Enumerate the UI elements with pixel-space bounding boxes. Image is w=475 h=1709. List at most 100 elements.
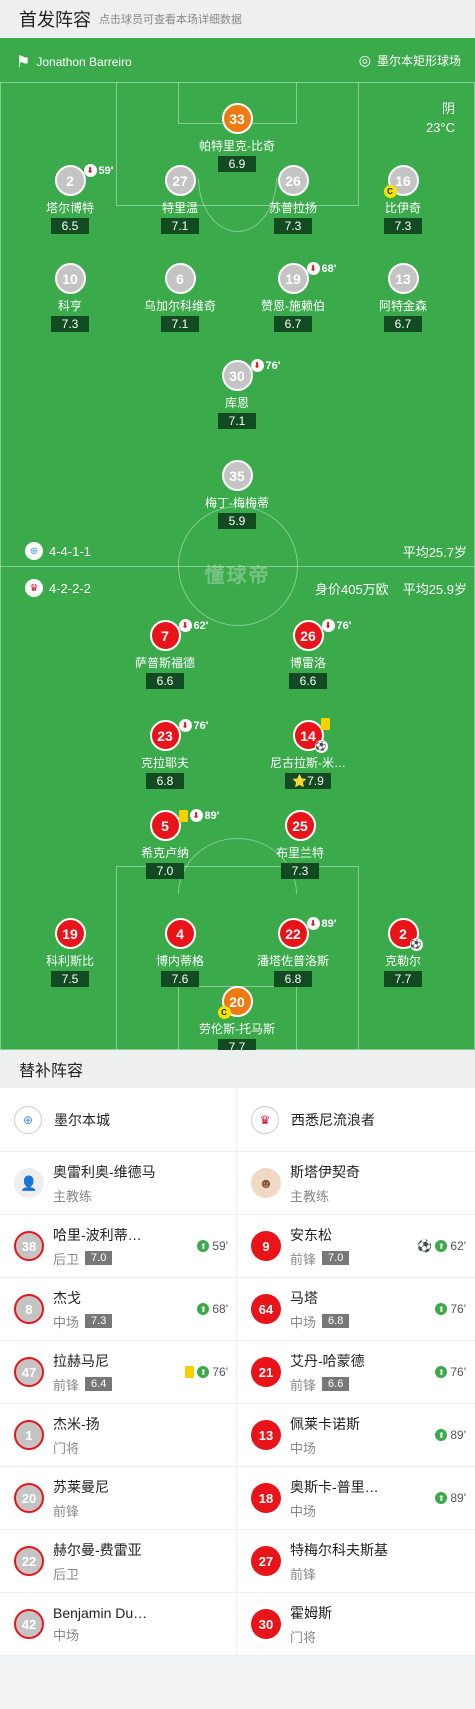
- player-rating-value: 6.8: [156, 774, 174, 788]
- away-coach[interactable]: ☻ 斯塔伊契奇 主教练: [237, 1152, 474, 1214]
- away-player[interactable]: 5 ⬇ 89' 希克卢纳 7.0: [105, 809, 225, 880]
- sub-in-icon: ⬆: [435, 1240, 448, 1252]
- away-sub-player[interactable]: 9 安东松 前锋 7.0 ⚽ ⬆ 62': [237, 1215, 474, 1277]
- home-sub-player[interactable]: 20 苏莱曼尼 前锋: [0, 1467, 237, 1529]
- home-sub-player[interactable]: 1 杰米-扬 门将: [0, 1404, 237, 1466]
- home-player[interactable]: 27 特里温 7.1: [120, 165, 240, 235]
- home-player[interactable]: 6 乌加尔科维奇 7.1: [120, 263, 240, 333]
- goal-icon: ⚽: [417, 1239, 433, 1253]
- away-team-cell[interactable]: ♛ 西悉尼流浪者: [237, 1088, 474, 1151]
- subs-list: ⊕ 墨尔本城 ♛ 西悉尼流浪者 👤 奥雷利奥-维德马 主教练 ☻ 斯塔伊契奇 主教练…: [0, 1088, 475, 1656]
- home-player[interactable]: 33 帕特里克-比奇 6.9: [177, 103, 297, 173]
- sub-in-event: ⬆ 59': [197, 1239, 228, 1253]
- player-number-text: 33: [229, 110, 245, 127]
- sub-position: 后卫: [53, 1566, 80, 1582]
- sub-rating: 7.0: [85, 1251, 113, 1265]
- sub-position: 前锋: [53, 1377, 80, 1393]
- home-sub-player[interactable]: 22 赫尔曼-费雷亚 后卫: [0, 1530, 237, 1592]
- player-number: 30 ⬇ 76': [221, 359, 280, 391]
- home-player[interactable]: 2 ⬇ 59' 塔尔博特 6.5: [10, 164, 130, 235]
- away-sub-player[interactable]: 64 马塔 中场 6.8 ⬆ 76': [237, 1278, 474, 1340]
- sub-name: 哈里-波利蒂…: [53, 1226, 142, 1243]
- player-rating-value: 6.7: [394, 317, 412, 331]
- away-player[interactable]: 20 C 劳伦斯-托马斯 7.7: [177, 986, 297, 1050]
- sub-minute: 62': [193, 619, 209, 632]
- player-name: 科亨: [57, 299, 82, 313]
- away-sub-player[interactable]: 27 特梅尔科夫斯基 前锋: [237, 1530, 474, 1592]
- player-name: 特里温: [161, 201, 198, 215]
- home-player[interactable]: 19 ⬇ 68' 赞恩-施赖伯 6.7: [233, 262, 353, 333]
- away-sub-player[interactable]: 30 霍姆斯 门将: [237, 1593, 474, 1655]
- sub-rating: 6.4: [85, 1377, 113, 1391]
- away-sub-player[interactable]: 13 佩莱卡诺斯 中场 ⬆ 89': [237, 1404, 474, 1466]
- player-rating-value: 6.8: [284, 972, 302, 986]
- away-player[interactable]: 19 科利斯比 7.5: [10, 918, 130, 988]
- home-sub-player[interactable]: 47 拉赫马尼 前锋 6.4 ⬆ 76': [0, 1341, 237, 1403]
- home-sub-player[interactable]: 38 哈里-波利蒂… 后卫 7.0 ⬆ 59': [0, 1215, 237, 1277]
- away-player[interactable]: 22 ⬇ 89' 潘塔佐普洛斯 6.8: [233, 917, 353, 988]
- player-name: 克勒尔: [384, 954, 421, 968]
- home-player[interactable]: 26 苏普拉扬 7.3: [233, 165, 353, 235]
- sub-minute: 76': [265, 359, 281, 372]
- sub-name: 奥斯卡-普里…: [290, 1478, 379, 1495]
- player-number: 6: [164, 263, 196, 294]
- sub-row: 42 Benjamin Du… 中场 30 霍姆斯 门将: [0, 1593, 475, 1656]
- player-rating: 5.9: [218, 513, 256, 529]
- sub-out-icon: ⬇: [189, 809, 203, 822]
- sub-rating: 6.6: [322, 1377, 350, 1391]
- sub-off-indicator: ⬇ 59': [83, 164, 113, 177]
- player-rating: 6.8: [274, 971, 312, 987]
- sub-number: 20: [14, 1483, 44, 1513]
- home-player[interactable]: 13 阿特金森 6.7: [343, 263, 463, 333]
- player-number-text: 2: [66, 172, 74, 189]
- home-player[interactable]: 35 梅丁-梅梅蒂 5.9: [177, 460, 297, 530]
- player-number-text: 13: [395, 270, 411, 287]
- sub-name: 马塔: [290, 1289, 318, 1306]
- sub-number: 9: [251, 1231, 281, 1261]
- player-name: 潘塔佐普洛斯: [256, 954, 329, 968]
- player-number: 7 ⬇ 62': [149, 619, 208, 651]
- away-player[interactable]: 7 ⬇ 62' 萨普斯福德 6.6: [105, 619, 225, 690]
- player-rating: 7.6: [161, 971, 199, 987]
- away-value-text: 身价405万欧: [314, 582, 389, 597]
- home-coach[interactable]: 👤 奥雷利奥-维德马 主教练: [0, 1152, 237, 1214]
- referee-name: Jonathon Barreiro: [36, 55, 132, 69]
- home-sub-player[interactable]: 42 Benjamin Du… 中场: [0, 1593, 237, 1655]
- sub-off-indicator: ⬇ 89': [178, 809, 219, 822]
- player-number-text: 19: [285, 270, 301, 287]
- away-player[interactable]: 2 ⚽ 克勒尔 7.7: [343, 918, 463, 988]
- away-player[interactable]: 4 博内蒂格 7.6: [120, 918, 240, 988]
- away-sub-player[interactable]: 21 艾丹-哈蒙德 前锋 6.6 ⬆ 76': [237, 1341, 474, 1403]
- sub-out-icon: ⬇: [178, 719, 192, 732]
- away-player[interactable]: 26 ⬇ 76' 博雷洛 6.6: [248, 619, 368, 690]
- player-rating: ⭐7.9: [285, 773, 331, 789]
- away-coach-role: 主教练: [290, 1188, 330, 1204]
- home-player[interactable]: 10 科亨 7.3: [10, 263, 130, 333]
- away-player[interactable]: 25 布里兰特 7.3: [240, 810, 360, 880]
- player-rating: 6.5: [51, 218, 89, 234]
- away-player[interactable]: 14 ⚽ 尼古拉斯-米… ⭐7.9: [248, 718, 368, 790]
- home-player[interactable]: 30 ⬇ 76' 库恩 7.1: [177, 359, 297, 430]
- player-number: 27: [164, 165, 196, 196]
- sub-number: 38: [14, 1231, 44, 1261]
- away-sub-player[interactable]: 18 奥斯卡-普里… 中场 ⬆ 89': [237, 1467, 474, 1529]
- sub-position: 中场: [290, 1440, 317, 1456]
- home-avg-age-text: 平均25.7岁: [402, 545, 467, 560]
- home-team-cell[interactable]: ⊕ 墨尔本城: [0, 1088, 237, 1151]
- player-rating-value: 7.1: [171, 317, 189, 331]
- sub-position: 前锋: [53, 1503, 80, 1519]
- away-player[interactable]: 23 ⬇ 76' 克拉耶夫 6.8: [105, 719, 225, 790]
- home-formation-text: 4-4-1-1: [49, 543, 91, 559]
- player-rating-value: 7.5: [61, 972, 79, 986]
- player-rating-value: 7.1: [228, 414, 246, 428]
- sub-row: 20 苏莱曼尼 前锋 18 奥斯卡-普里… 中场 ⬆ 89': [0, 1467, 475, 1530]
- player-rating-value: 7.3: [284, 219, 302, 233]
- player-name: 博雷洛: [289, 656, 326, 670]
- home-player[interactable]: 16 C 比伊奇 7.3: [343, 165, 463, 235]
- home-team-logo: ⊕: [25, 542, 43, 560]
- home-sub-player[interactable]: 8 杰戈 中场 7.3 ⬆ 68': [0, 1278, 237, 1340]
- player-rating: 7.0: [146, 863, 184, 879]
- player-rating: 7.3: [281, 863, 319, 879]
- away-formation-text: 4-2-2-2: [49, 580, 91, 596]
- temperature: 23°C: [425, 120, 455, 135]
